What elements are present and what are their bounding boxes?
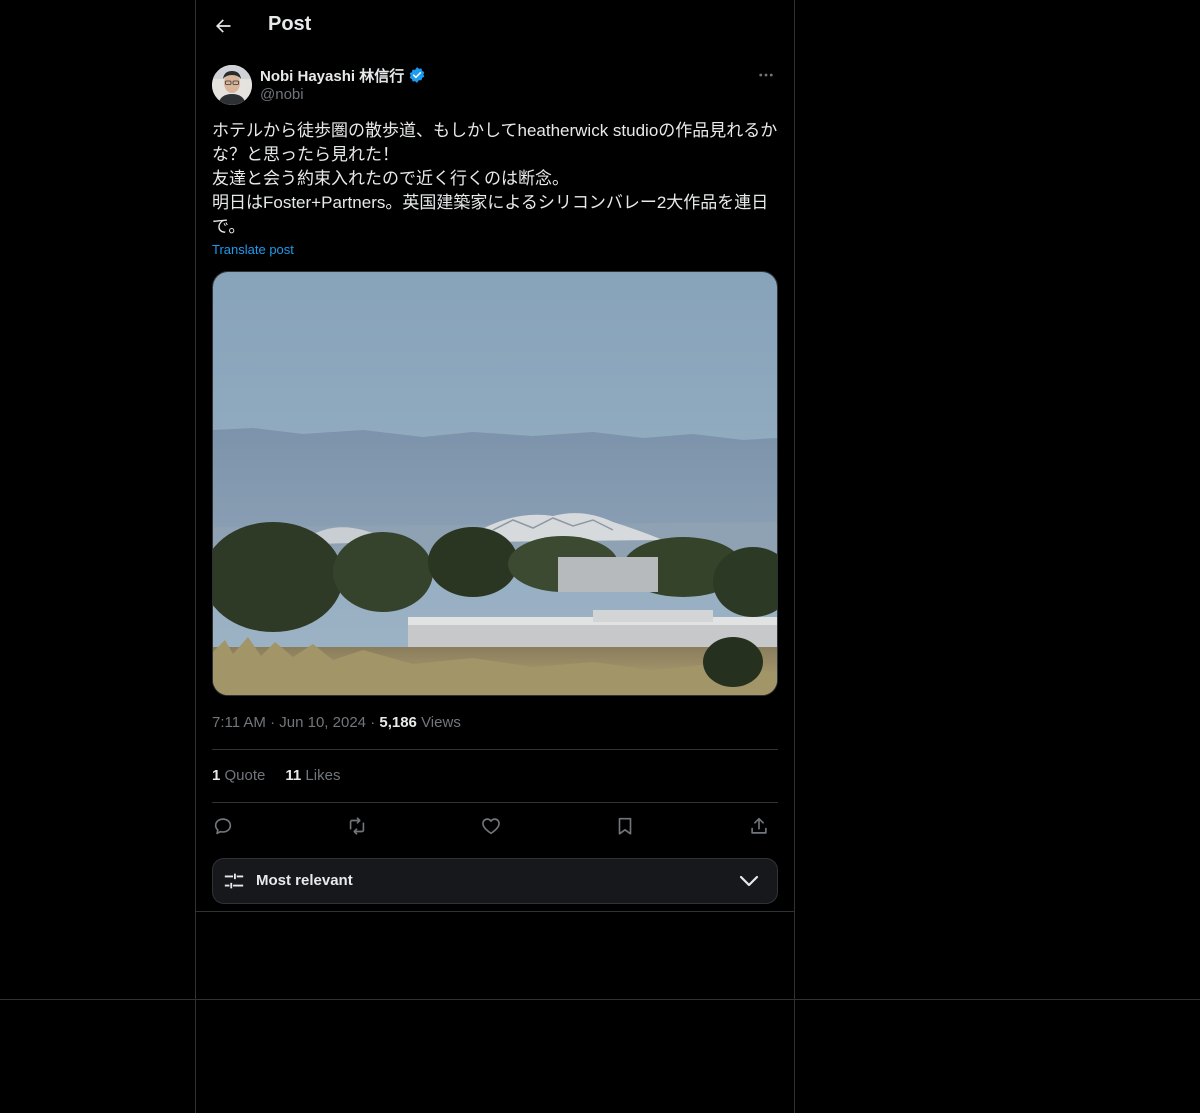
meta-separator: · [370,714,376,731]
main-column: Post Nobi Hayashi 林信行 @nobi ホテルから徒歩圏の散歩道… [195,0,795,1113]
quotes-link[interactable]: 1 Quote [212,766,265,786]
divider [212,802,778,803]
sort-label: Most relevant [256,872,353,889]
views-count: 5,186 [379,714,417,731]
post-text-line: 友達と会う約束入れたので近く行くのは断念。 [212,169,569,188]
translate-post-link[interactable]: Translate post [212,242,294,257]
section-divider [196,911,794,912]
chevron-down-icon [739,875,759,887]
like-icon [482,818,500,835]
post-text-line: 明日はFoster+Partners。英国建築家によるシリコンバレー2大作品を連… [212,193,769,236]
post-text: ホテルから徒歩圏の散歩道、もしかしてheatherwick studioの作品見… [212,119,778,239]
views-label: Views [421,714,461,731]
meta-separator: · [270,714,276,731]
post-photo[interactable] [212,271,778,696]
post-author: Nobi Hayashi 林信行 @nobi [212,64,778,108]
author-handle[interactable]: @nobi [260,85,426,105]
quote-count: 1 [212,767,221,784]
sliders-icon [224,873,244,889]
more-icon [759,73,773,77]
post-date[interactable]: Jun 10, 2024 [279,714,366,731]
bookmark-icon [618,817,632,835]
author-display-name-row[interactable]: Nobi Hayashi 林信行 [260,65,426,85]
more-button[interactable] [754,64,778,86]
post-meta: 7:11 AM · Jun 10, 2024 · 5,186 Views [212,713,461,733]
verified-badge-icon [409,67,425,83]
post-stats: 1 Quote 11 Likes [212,766,340,786]
back-button[interactable] [206,9,240,43]
sort-replies-dropdown[interactable]: Most relevant [212,858,778,904]
avatar[interactable] [212,65,252,105]
back-arrow-icon [216,19,231,33]
likes-count: 11 [285,767,302,784]
post-time[interactable]: 7:11 AM [212,714,266,731]
action-bar [212,813,778,839]
page-title: Post [268,13,312,35]
author-display-name[interactable]: Nobi Hayashi 林信行 [260,65,404,86]
reply-button[interactable] [210,813,236,839]
share-icon [751,817,767,834]
likes-link[interactable]: 11 Likes [285,766,340,786]
landscape-photo [213,272,777,695]
like-button[interactable] [478,813,504,839]
likes-label: Likes [305,767,341,784]
repost-icon [349,817,365,835]
quote-label: Quote [224,767,266,784]
repost-button[interactable] [344,813,370,839]
bookmark-button[interactable] [612,813,638,839]
post-text-line: ホテルから徒歩圏の散歩道、もしかしてheatherwick studioの作品見… [212,121,778,164]
reply-icon [214,818,232,835]
header: Post [196,0,794,53]
divider [212,749,778,750]
share-button[interactable] [746,813,772,839]
